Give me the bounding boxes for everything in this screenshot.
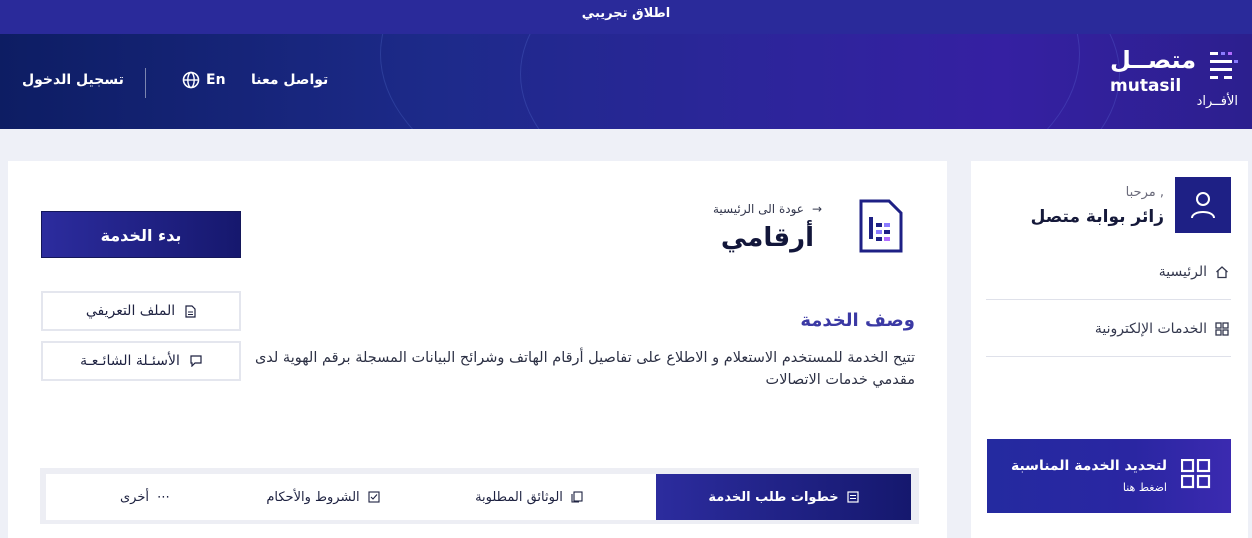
tab-required-documents[interactable]: الوثائق المطلوبة [402, 474, 656, 520]
globe-icon [182, 71, 200, 89]
beta-banner: اطلاق تجريبي [0, 0, 1252, 34]
tab-label: الشروط والأحكام [266, 489, 360, 505]
service-panel: → عودة الى الرئيسية أرقامي بدء الخدمة ال… [8, 161, 947, 538]
chat-icon [190, 355, 202, 367]
header-divider [145, 68, 146, 98]
language-switch[interactable]: En [182, 71, 226, 89]
mutasil-logo[interactable]: متصــل mutasil الأفــراد [1108, 46, 1238, 114]
tab-other[interactable]: ⋯ أخرى [46, 474, 244, 520]
language-label: En [206, 72, 226, 88]
list-icon [847, 491, 859, 503]
back-link-label: عودة الى الرئيسية [712, 202, 804, 216]
service-tabs: خطوات طلب الخدمة الوثائق المطلوبة الشروط… [40, 468, 919, 524]
tab-label: الوثائق المطلوبة [475, 489, 563, 505]
sidebar-item-label: الرئيسية [1158, 264, 1207, 280]
promo-title: لتحديد الخدمة المناسبة [1010, 458, 1167, 474]
tab-label: خطوات طلب الخدمة [708, 489, 839, 505]
profile-button-label: الملف التعريفي [85, 303, 176, 319]
promo-cta: اضغط هنا [1122, 481, 1167, 494]
greeting-text: مرحبا , [1125, 185, 1164, 200]
logo-english: mutasil [1110, 76, 1182, 96]
avatar [1175, 177, 1231, 233]
qr-grid-icon [1181, 459, 1211, 489]
service-document-icon [859, 199, 903, 253]
user-icon [1191, 192, 1215, 219]
faq-button-label: الأسئـلة الشائـعـة [80, 353, 180, 369]
tab-terms[interactable]: الشروط والأحكام [244, 474, 402, 520]
sidebar-divider [986, 299, 1231, 300]
sidebar-item-eservices[interactable]: الخدمات الإلكترونية [986, 307, 1231, 351]
grid-icon [1215, 322, 1229, 336]
description-text: تتيح الخدمة للمستخدم الاستعلام و الاطلاع… [254, 350, 915, 388]
documents-icon [571, 491, 583, 503]
find-service-banner[interactable]: لتحديد الخدمة المناسبة اضغط هنا [987, 439, 1231, 513]
header-decoration [520, 34, 1120, 129]
sidebar: مرحبا , زائر بوابة متصل الرئيسية الخدمات… [971, 161, 1248, 538]
more-icon: ⋯ [157, 489, 170, 505]
logo-subtitle: الأفــراد [1196, 94, 1238, 109]
profile-button[interactable]: الملف التعريفي [41, 291, 241, 331]
tab-service-steps[interactable]: خطوات طلب الخدمة [656, 474, 911, 520]
start-service-button[interactable]: بدء الخدمة [41, 211, 241, 258]
logo-mark-icon [1210, 52, 1238, 79]
username: زائر بوابة متصل [1030, 207, 1164, 227]
site-header: تسجيل الدخول En تواصل معنا متصــل mutasi… [0, 34, 1252, 129]
contact-link[interactable]: تواصل معنا [251, 72, 328, 88]
sidebar-divider [986, 356, 1231, 357]
description-title: وصف الخدمة [800, 310, 915, 331]
logo-arabic: متصــل [1110, 46, 1197, 74]
page-title: أرقامي [720, 223, 814, 253]
back-to-home-link[interactable]: → عودة الى الرئيسية [713, 202, 822, 216]
faq-button[interactable]: الأسئـلة الشائـعـة [41, 341, 241, 381]
tab-label: أخرى [120, 489, 149, 505]
sidebar-item-label: الخدمات الإلكترونية [1094, 321, 1207, 337]
login-link[interactable]: تسجيل الدخول [22, 72, 124, 88]
arrow-right-icon: → [811, 202, 822, 216]
document-icon [185, 304, 196, 318]
home-icon [1216, 266, 1228, 279]
sidebar-item-home[interactable]: الرئيسية [986, 250, 1231, 294]
checkbox-icon [368, 491, 380, 503]
